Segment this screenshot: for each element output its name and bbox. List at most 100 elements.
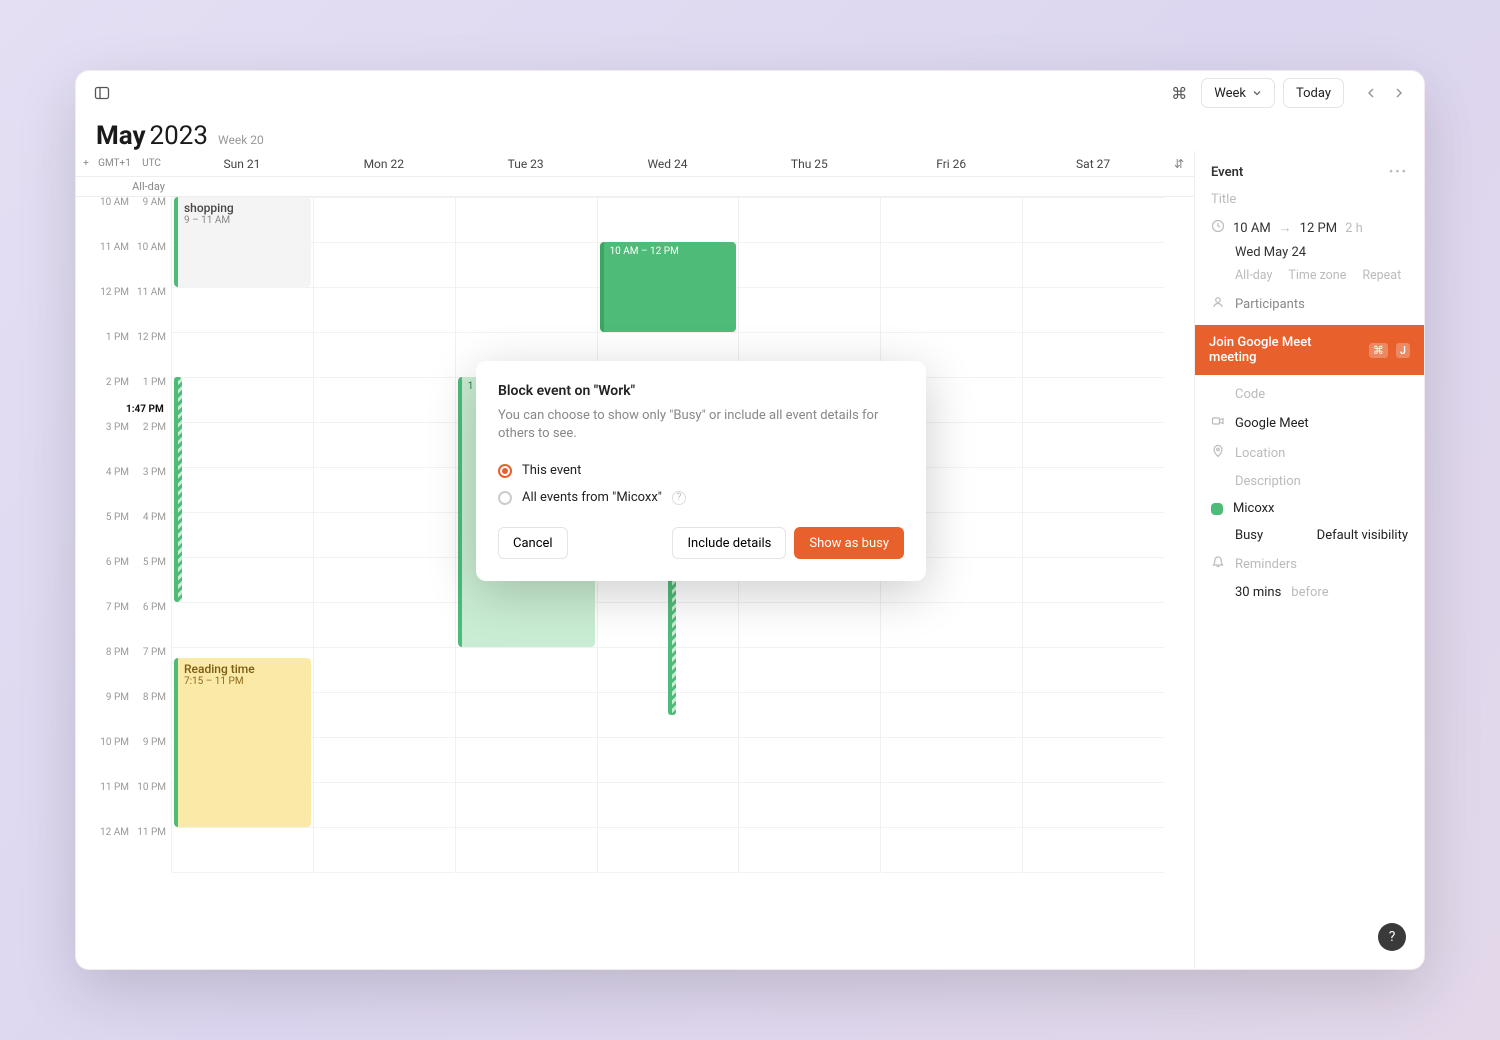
calendar-title: May 2023 Week 20 — [76, 115, 1424, 151]
day-header[interactable]: Fri 26 — [880, 157, 1022, 171]
day-column[interactable] — [1022, 197, 1164, 872]
help-fab[interactable]: ? — [1378, 923, 1406, 951]
more-menu-icon[interactable]: ••• — [1389, 165, 1408, 180]
radio-indicator — [498, 491, 512, 505]
participants-field[interactable]: Participants — [1235, 297, 1305, 312]
dialog-description: You can choose to show only "Busy" or in… — [498, 407, 904, 443]
kbd-hint: J — [1396, 343, 1410, 358]
add-timezone-icon[interactable]: + — [76, 158, 96, 169]
week-number: Week 20 — [218, 133, 264, 147]
event-reading[interactable]: Reading time7:15 – 11 PM — [174, 658, 311, 827]
calendar-color-chip[interactable] — [1211, 503, 1223, 515]
kbd-hint: ⌘ — [1369, 343, 1388, 358]
panel-heading: Event — [1211, 165, 1243, 180]
reminder-suffix: before — [1291, 585, 1328, 600]
day-header[interactable]: Wed 24 — [597, 157, 739, 171]
hour-label: 7 PM — [96, 602, 133, 647]
chevron-down-icon — [1252, 88, 1262, 98]
day-header[interactable]: Sat 27 — [1022, 157, 1164, 171]
hour-label: 3 PM — [133, 467, 170, 512]
hour-label: 8 PM — [133, 692, 170, 737]
sidebar-toggle-icon[interactable] — [88, 79, 116, 107]
hour-label: 11 AM — [133, 287, 170, 332]
day-column[interactable]: shopping9 – 11 AM Reading time7:15 – 11 P… — [171, 197, 313, 872]
view-selector-label: Week — [1214, 86, 1246, 101]
hour-label: 4 PM — [96, 467, 133, 512]
location-icon — [1211, 444, 1225, 462]
hour-label: 12 AM — [96, 827, 133, 872]
collapse-timezone-icon[interactable]: ⇵ — [1164, 157, 1194, 171]
event-stripe[interactable] — [174, 377, 182, 602]
hour-label: 11 AM — [96, 242, 133, 287]
day-header[interactable]: Sun 21 — [171, 157, 313, 171]
timezone-button[interactable]: Time zone — [1288, 268, 1346, 283]
include-details-button[interactable]: Include details — [672, 527, 786, 559]
today-button[interactable]: Today — [1283, 78, 1344, 108]
event-shopping[interactable]: shopping9 – 11 AM — [174, 197, 311, 287]
code-field[interactable]: Code — [1235, 387, 1265, 402]
hour-label: 6 PM — [133, 602, 170, 647]
timezone-primary[interactable]: GMT+1 — [96, 158, 133, 169]
event-end-time[interactable]: 12 PM — [1300, 221, 1337, 236]
view-selector[interactable]: Week — [1201, 78, 1275, 108]
hour-label: 3 PM — [96, 422, 133, 467]
video-icon — [1211, 414, 1225, 432]
day-header[interactable]: Mon 22 — [313, 157, 455, 171]
all-day-row: All-day — [76, 177, 1194, 197]
show-as-busy-button[interactable]: Show as busy — [794, 527, 904, 559]
hour-label: 5 PM — [96, 512, 133, 557]
command-icon[interactable]: ⌘ — [1165, 79, 1193, 107]
dialog-title: Block event on "Work" — [498, 383, 904, 399]
hour-label: 8 PM — [96, 647, 133, 692]
clock-icon — [1211, 219, 1225, 237]
location-field[interactable]: Location — [1235, 446, 1285, 461]
reminders-field[interactable]: Reminders — [1235, 557, 1297, 572]
timezone-secondary[interactable]: UTC — [133, 158, 170, 169]
hour-label: 9 AM — [133, 197, 170, 242]
now-indicator: 1:47 PM — [124, 403, 166, 416]
radio-this-event[interactable]: This event — [498, 457, 904, 484]
availability-field[interactable]: Busy — [1235, 528, 1263, 543]
hour-label: 10 AM — [133, 242, 170, 287]
hour-label: 2 PM — [133, 422, 170, 467]
prev-week-button[interactable] — [1358, 80, 1384, 106]
day-header-row: + GMT+1 UTC Sun 21 Mon 22 Tue 23 Wed 24 … — [76, 151, 1194, 177]
description-field[interactable]: Description — [1235, 474, 1301, 489]
hour-label: 10 PM — [133, 782, 170, 827]
day-column[interactable] — [313, 197, 455, 872]
event-start-time[interactable]: 10 AM — [1233, 221, 1271, 236]
hour-label: 10 AM — [96, 197, 133, 242]
event-panel: Event ••• Title 10 AM → 12 PM 2 h Wed Ma… — [1194, 151, 1424, 969]
event-title-input[interactable]: Title — [1211, 192, 1408, 207]
hour-label: 11 PM — [133, 827, 170, 872]
day-header[interactable]: Thu 25 — [738, 157, 880, 171]
arrow-right-icon: → — [1279, 220, 1292, 236]
year-label: 2023 — [150, 121, 208, 151]
repeat-button[interactable]: Repeat — [1362, 268, 1401, 283]
all-day-toggle[interactable]: All-day — [1235, 268, 1272, 283]
radio-all-events[interactable]: All events from "Micoxx" ? — [498, 484, 904, 511]
event-block-wed[interactable]: 10 AM – 12 PM — [600, 242, 737, 332]
app-window: ⌘ Week Today May 2023 Week 20 — [75, 70, 1425, 970]
event-date[interactable]: Wed May 24 — [1235, 245, 1306, 260]
next-week-button[interactable] — [1386, 80, 1412, 106]
participants-icon — [1211, 295, 1225, 313]
bell-icon — [1211, 555, 1225, 573]
calendar-name[interactable]: Micoxx — [1233, 501, 1275, 516]
help-icon[interactable]: ? — [672, 491, 686, 505]
month-label: May — [96, 121, 146, 151]
day-header[interactable]: Tue 23 — [455, 157, 597, 171]
hour-label: 12 PM — [133, 332, 170, 377]
all-day-label: All-day — [76, 180, 171, 193]
block-event-dialog: Block event on "Work" You can choose to … — [476, 361, 926, 581]
join-meeting-button[interactable]: Join Google Meet meeting ⌘ J — [1195, 325, 1424, 375]
cancel-button[interactable]: Cancel — [498, 527, 568, 559]
conferencing-field[interactable]: Google Meet — [1235, 416, 1309, 431]
hour-label: 6 PM — [96, 557, 133, 602]
hour-label: 4 PM — [133, 512, 170, 557]
visibility-field[interactable]: Default visibility — [1317, 528, 1408, 543]
hour-label: 9 PM — [96, 692, 133, 737]
hour-label: 12 PM — [96, 287, 133, 332]
radio-indicator — [498, 464, 512, 478]
reminder-value[interactable]: 30 mins — [1235, 585, 1281, 600]
